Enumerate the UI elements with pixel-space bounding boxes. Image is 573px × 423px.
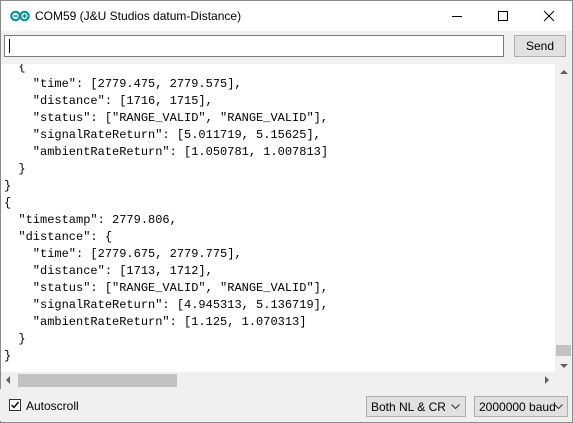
output-line: "status": ["RANGE_VALID", "RANGE_VALID"]… — [4, 111, 329, 125]
serial-output-text: { "time": [2779.475, 2779.575], "distanc… — [4, 64, 328, 365]
output-line: } — [4, 332, 26, 346]
scroll-down-arrow-icon[interactable] — [560, 364, 568, 368]
arduino-logo-icon — [10, 10, 30, 22]
minimize-icon — [452, 16, 462, 17]
vertical-scrollbar[interactable] — [555, 64, 572, 372]
output-line: "signalRateReturn": [4.945313, 5.136719]… — [4, 298, 329, 312]
horizontal-scroll-thumb[interactable] — [18, 374, 177, 387]
output-line: { — [4, 196, 12, 210]
chevron-down-icon — [451, 404, 460, 410]
output-line: "signalRateReturn": [5.011719, 5.15625], — [4, 128, 321, 142]
output-line: "timestamp": 2779.806, — [4, 213, 177, 227]
chevron-down-icon — [554, 404, 563, 410]
scroll-right-arrow-icon[interactable] — [545, 376, 549, 384]
scrollbar-corner — [555, 372, 572, 389]
baud-rate-value: 2000000 baud — [479, 400, 556, 414]
output-line: "distance": [1713, 1712], — [4, 264, 213, 278]
output-line: "ambientRateReturn": [1.050781, 1.007813… — [4, 145, 329, 159]
output-line: "distance": [1716, 1715], — [4, 94, 213, 108]
maximize-icon — [498, 11, 508, 21]
minimize-button[interactable] — [434, 1, 480, 31]
autoscroll-checkbox[interactable] — [9, 399, 21, 411]
output-line: "distance": { — [4, 230, 113, 244]
send-button[interactable]: Send — [514, 35, 566, 57]
output-line: } — [4, 349, 12, 363]
output-line: { — [4, 64, 26, 74]
baud-rate-select[interactable]: 2000000 baud — [474, 396, 568, 417]
close-button[interactable] — [526, 1, 572, 31]
title-bar[interactable]: COM59 (J&U Studios datum-Distance) — [1, 1, 572, 31]
vertical-scroll-thumb[interactable] — [556, 345, 571, 356]
output-line: "time": [2779.475, 2779.575], — [4, 77, 242, 91]
scroll-up-arrow-icon[interactable] — [560, 70, 568, 74]
maximize-button[interactable] — [480, 1, 526, 31]
serial-input[interactable] — [4, 35, 504, 57]
output-line: } — [4, 179, 12, 193]
output-line: } — [4, 162, 26, 176]
serial-output[interactable]: { "time": [2779.475, 2779.575], "distanc… — [1, 64, 555, 372]
text-cursor — [9, 39, 10, 53]
scroll-left-arrow-icon[interactable] — [6, 376, 10, 384]
window-title: COM59 (J&U Studios datum-Distance) — [35, 9, 242, 23]
checkmark-icon — [11, 401, 20, 409]
output-line: "status": ["RANGE_VALID", "RANGE_VALID"]… — [4, 281, 329, 295]
output-line: "ambientRateReturn": [1.125, 1.070313] — [4, 315, 307, 329]
line-ending-value: Both NL & CR — [371, 400, 446, 414]
close-icon — [543, 10, 555, 22]
autoscroll-label: Autoscroll — [26, 399, 79, 413]
line-ending-select[interactable]: Both NL & CR — [366, 396, 466, 417]
output-line: "time": [2779.675, 2779.775], — [4, 247, 242, 261]
send-bar: Send — [1, 31, 572, 65]
